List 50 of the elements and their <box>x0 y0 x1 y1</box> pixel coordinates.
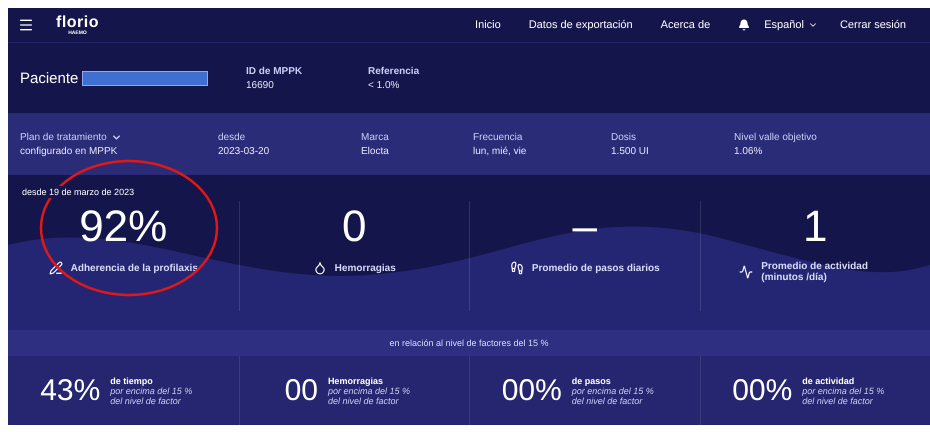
factor-title: de tiempo <box>110 376 154 386</box>
since-date: desde 19 de marzo de 2023 <box>20 186 136 198</box>
nav-link[interactable]: Datos de exportación <box>528 19 633 31</box>
stat-value: 0 <box>342 201 366 253</box>
logout-link[interactable]: Cerrar sesión <box>840 19 906 31</box>
factor-value: 00% <box>502 374 562 408</box>
factor-value: 43% <box>40 374 100 408</box>
field-value: lun, mié, vie <box>473 146 528 156</box>
field-label: Referencia <box>368 66 420 76</box>
pen-icon <box>48 261 63 275</box>
stat-value: 92% <box>79 201 168 253</box>
field-label: ID de MPPK <box>246 66 304 76</box>
bell-icon[interactable] <box>738 19 750 31</box>
factor-caption: en relación al nivel de factores del 15 % <box>389 338 549 348</box>
field-value: 2023-03-20 <box>218 146 270 156</box>
stat-value: 1 <box>803 201 828 253</box>
factor-title: de actividad <box>802 376 856 386</box>
menu-icon[interactable] <box>18 17 34 33</box>
language-dropdown[interactable]: Español <box>764 19 818 31</box>
field-label: Nivel valle objetivo <box>734 132 818 142</box>
factor-title: de pasos <box>572 376 612 386</box>
stat-label: Hemorragias <box>334 262 396 274</box>
drop-icon <box>312 261 327 275</box>
factor-note: por encima del 15 % del nivel de factor <box>328 386 411 406</box>
stat-label: Adherencia de la profilaxis <box>70 262 198 274</box>
factor-value: 00% <box>732 374 792 408</box>
field-value: 1.06% <box>734 146 764 156</box>
factor-value: 00 <box>284 374 318 408</box>
field-label: Marca <box>361 132 390 142</box>
field-value: Elocta <box>361 146 390 156</box>
patient-label: Paciente <box>20 70 78 86</box>
factor-note: por encima del 15 % del nivel de factor <box>802 386 886 406</box>
factor-note: por encima del 15 % del nivel de factor <box>110 386 194 406</box>
field-label: desde <box>218 132 246 142</box>
stat-label: Promedio de actividad (minutos /día) <box>761 261 869 283</box>
field-label: Dosis <box>611 132 638 142</box>
field-value: 1.500 UI <box>611 146 650 156</box>
factor-note: por encima del 15 % del nivel de factor <box>572 386 655 406</box>
field-value: 16690 <box>246 80 275 90</box>
field-label: Frecuencia <box>473 132 524 142</box>
footprints-icon <box>510 261 524 275</box>
nav-link[interactable]: Inicio <box>475 19 501 31</box>
plan-dropdown[interactable]: Plan de tratamiento <box>20 132 218 142</box>
factor-title: Hemorragias <box>328 376 384 386</box>
nav-link[interactable]: Acerca de <box>660 19 710 31</box>
stat-label: Promedio de pasos diarios <box>532 262 660 274</box>
field-value: < 1.0% <box>368 80 400 90</box>
stat-value: – <box>572 201 597 253</box>
activity-icon <box>739 265 754 279</box>
field-value: configurado en MPPK <box>20 146 118 156</box>
